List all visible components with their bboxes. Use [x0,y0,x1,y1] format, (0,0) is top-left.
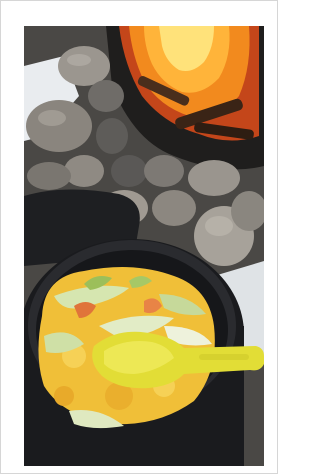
rock [88,80,124,112]
rock [26,100,92,152]
rock [96,118,128,154]
rock [144,155,184,187]
rock [64,155,104,187]
rock [111,155,147,187]
rock [27,162,71,190]
rock [58,46,110,86]
campfire-cooking-photo [24,26,264,466]
rock [152,190,196,226]
image-frame [0,0,278,474]
spork-handle-text-emboss [199,354,249,360]
rock [188,160,240,196]
photo-illustration [24,26,264,466]
